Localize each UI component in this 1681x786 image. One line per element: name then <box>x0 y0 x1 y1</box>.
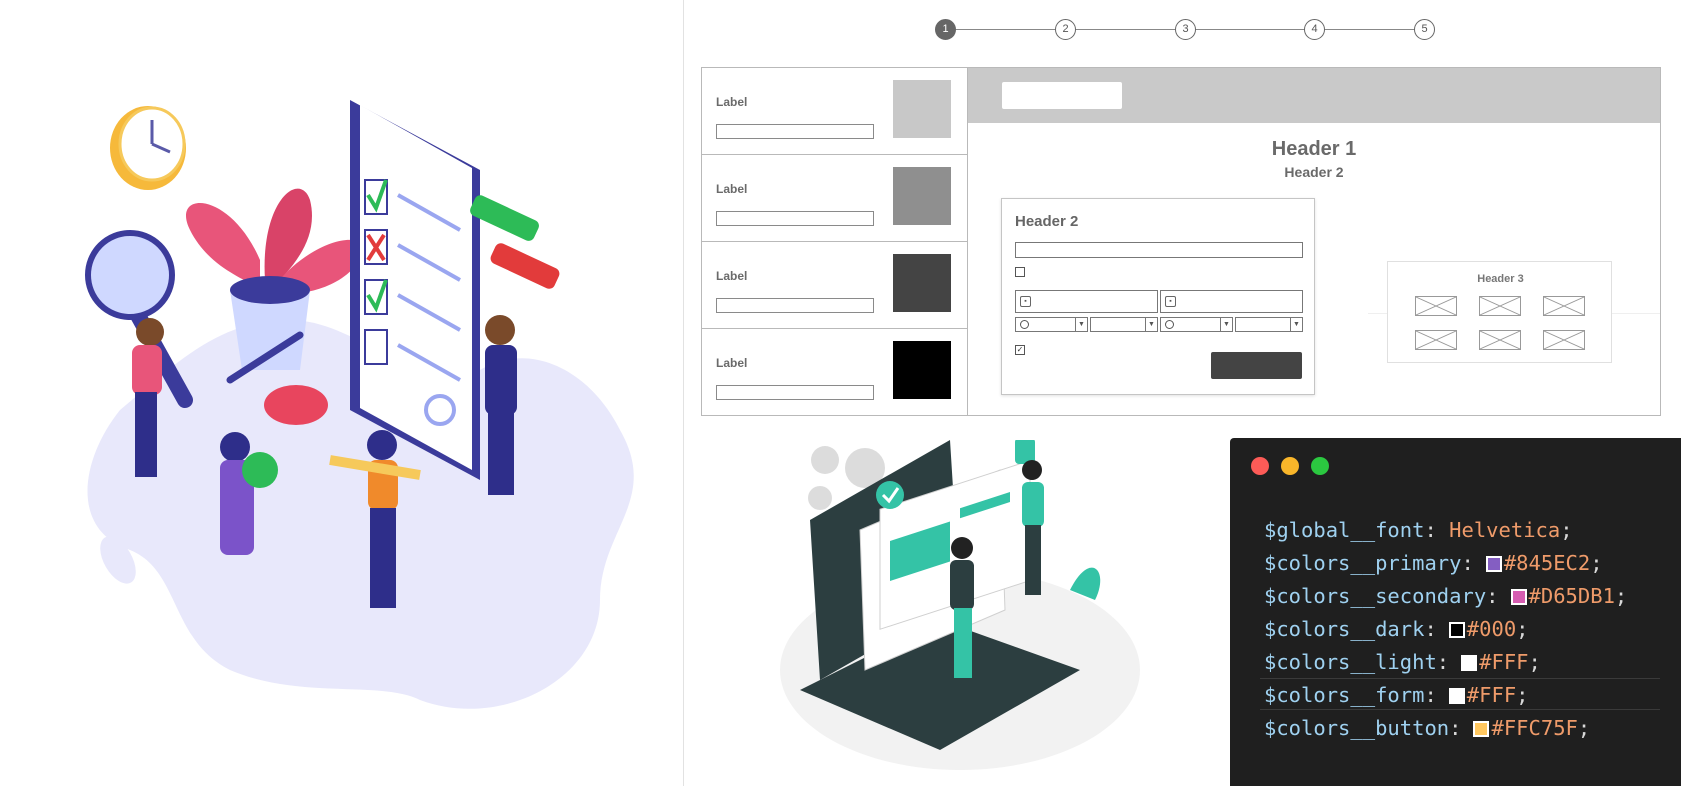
list-item: Label <box>702 242 967 329</box>
color-swatch-icon <box>1485 556 1502 572</box>
form-card: Header 2 ▪ ▪ ▼ ▼ ▼ ▼ ✓ <box>1001 198 1315 395</box>
color-swatch <box>893 167 951 225</box>
variable-name: $colors__form <box>1264 683 1425 707</box>
content-panel: Header 1 Header 2 Header 2 ▪ ▪ ▼ ▼ ▼ ▼ ✓… <box>968 68 1660 415</box>
variable-name: $colors__button <box>1264 716 1450 740</box>
color-swatch-icon <box>1510 589 1527 605</box>
variable-name: $colors__primary <box>1264 551 1462 575</box>
code-line: $global__font: Helvetica; <box>1264 518 1573 542</box>
variable-value: #FFF <box>1479 650 1529 674</box>
wireframe-mockup: Label Label Label Label Header 1 Header … <box>701 67 1661 416</box>
checkbox-unchecked[interactable] <box>1015 267 1025 277</box>
image-placeholder-icon <box>1543 330 1585 350</box>
checklist-team-illustration <box>85 100 634 709</box>
chevron-down-icon: ▼ <box>1290 318 1302 331</box>
code-line: $colors__light: #FFF; <box>1264 650 1541 674</box>
date-input[interactable]: ▪ <box>1160 290 1303 313</box>
variable-value: Helvetica <box>1449 518 1561 542</box>
step-3[interactable]: 3 <box>1175 19 1196 40</box>
code-line: $colors__primary: #845EC2; <box>1264 551 1603 575</box>
variable-value: #845EC2 <box>1503 551 1591 575</box>
image-placeholder-icon <box>1479 330 1521 350</box>
list-item-label: Label <box>716 356 748 370</box>
submit-button[interactable] <box>1211 352 1302 379</box>
image-placeholder-icon <box>1415 296 1457 316</box>
variable-name: $global__font <box>1264 518 1425 542</box>
checkbox-checked[interactable]: ✓ <box>1015 345 1025 355</box>
label-list: Label Label Label Label <box>702 68 968 415</box>
step-1[interactable]: 1 <box>935 19 956 40</box>
header-2: Header 2 <box>1284 164 1344 180</box>
calendar-icon: ▪ <box>1165 296 1176 307</box>
list-item: Label <box>702 68 967 155</box>
variable-value: #FFF <box>1466 683 1517 707</box>
list-item-field[interactable] <box>716 124 874 139</box>
window-close-dot[interactable] <box>1251 457 1269 475</box>
chevron-down-icon: ▼ <box>1145 318 1157 331</box>
list-item-field[interactable] <box>716 385 874 400</box>
chevron-down-icon: ▼ <box>1075 318 1087 331</box>
code-line: $colors__secondary: #D65DB1; <box>1264 584 1628 608</box>
code-line-separator <box>1260 709 1660 710</box>
list-item-label: Label <box>716 269 748 283</box>
date-input[interactable]: ▪ <box>1015 290 1158 313</box>
code-line: $colors__dark: #000; <box>1264 617 1529 641</box>
list-item-label: Label <box>716 182 748 196</box>
color-swatch <box>893 341 951 399</box>
image-placeholder-icon <box>1415 330 1457 350</box>
vertical-divider <box>683 0 684 786</box>
color-swatch-icon <box>1473 721 1490 737</box>
form-title: Header 2 <box>1015 213 1079 230</box>
website-builder-illustration <box>780 440 1140 770</box>
radio-icon <box>1165 320 1174 329</box>
select-with-radio[interactable]: ▼ <box>1160 317 1233 332</box>
plus-badge <box>264 385 328 425</box>
color-swatch-icon <box>1461 655 1478 671</box>
check-badge-icon <box>876 481 904 509</box>
select-dropdown[interactable]: ▼ <box>1090 317 1158 332</box>
list-item-label: Label <box>716 95 748 109</box>
step-5[interactable]: 5 <box>1414 19 1435 40</box>
progress-stepper: 1 2 3 4 5 <box>935 19 1435 41</box>
image-placeholder-icon <box>1543 296 1585 316</box>
select-dropdown[interactable]: ▼ <box>1235 317 1303 332</box>
variable-name: $colors__light <box>1264 650 1437 674</box>
select-with-radio[interactable]: ▼ <box>1015 317 1088 332</box>
calendar-icon: ▪ <box>1020 296 1031 307</box>
code-line: $colors__form: #FFF; <box>1264 683 1529 707</box>
variable-value: #FFC75F <box>1491 716 1578 740</box>
step-4[interactable]: 4 <box>1304 19 1325 40</box>
image-grid-card: Header 3 <box>1387 261 1612 363</box>
code-line: $colors__button: #FFC75F; <box>1264 716 1591 740</box>
code-editor-window: $global__font: Helvetica; $colors__prima… <box>1230 438 1681 786</box>
text-input[interactable] <box>1015 242 1303 258</box>
header-tab[interactable] <box>1002 82 1122 109</box>
header-3: Header 3 <box>1477 273 1524 285</box>
radio-icon <box>1020 320 1029 329</box>
chevron-down-icon: ▼ <box>1220 318 1232 331</box>
variable-value: #000 <box>1466 617 1517 641</box>
list-item: Label <box>702 329 967 416</box>
list-item-field[interactable] <box>716 298 874 313</box>
variable-name: $colors__secondary <box>1264 584 1487 608</box>
variable-value: #D65DB1 <box>1528 584 1615 608</box>
list-item-field[interactable] <box>716 211 874 226</box>
person-businessman <box>485 315 517 495</box>
step-2[interactable]: 2 <box>1055 19 1076 40</box>
image-placeholder-icon <box>1479 296 1521 316</box>
color-swatch-icon <box>1448 622 1465 638</box>
color-swatch <box>893 254 951 312</box>
variable-name: $colors__dark <box>1264 617 1425 641</box>
clock-icon <box>110 106 186 190</box>
red-chat-bubble <box>490 243 560 289</box>
window-minimize-dot[interactable] <box>1281 457 1299 475</box>
code-block: $global__font: Helvetica; $colors__prima… <box>1264 514 1627 745</box>
list-item: Label <box>702 155 967 242</box>
color-swatch-icon <box>1448 688 1465 704</box>
header-1: Header 1 <box>1271 138 1357 160</box>
color-swatch <box>893 80 951 138</box>
window-maximize-dot[interactable] <box>1311 457 1329 475</box>
panel-header-bar <box>968 68 1660 123</box>
code-line-separator <box>1260 678 1660 679</box>
